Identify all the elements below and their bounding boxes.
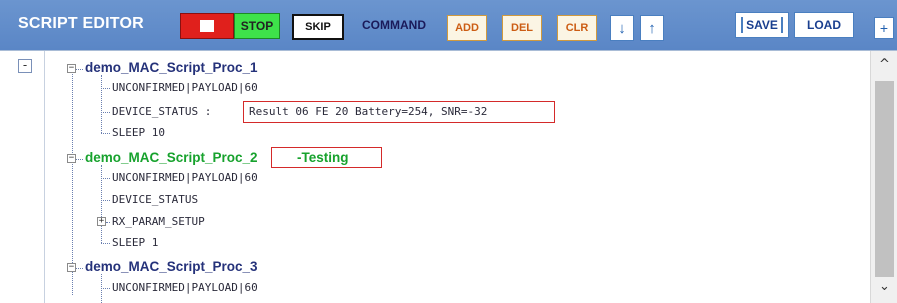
clear-button[interactable]: CLR [557,15,597,41]
tree-connector [101,88,110,89]
script-editor-window: SCRIPT EDITOR STOP SKIP COMMAND ADD DEL … [0,0,897,303]
save-label: SAVE [746,18,778,32]
scroll-down-icon[interactable]: ⌄ [871,279,897,297]
move-up-button[interactable]: ↑ [640,15,664,41]
vertical-scrollbar[interactable]: ^ ⌄ [870,51,897,303]
stop-button[interactable]: STOP [234,13,280,39]
command-label: COMMAND [362,18,426,32]
tree-connector [101,288,110,289]
tree-connector [76,268,83,269]
script-tree-panel: - − demo_MAC_Script_Proc_1 UNCONFIRMED|P… [0,50,897,303]
tree-connector [106,222,110,223]
collapse-proc-2-toggle[interactable]: − [67,154,76,163]
save-bar-icon [780,17,783,33]
editor-title: SCRIPT EDITOR [18,15,144,32]
toolbar: SCRIPT EDITOR STOP SKIP COMMAND ADD DEL … [0,0,897,50]
collapse-all-button[interactable]: - [18,59,32,73]
collapse-proc-1-toggle[interactable]: − [67,64,76,73]
proc-1-node[interactable]: demo_MAC_Script_Proc_1 [85,60,258,75]
proc-3-child-1[interactable]: UNCONFIRMED|PAYLOAD|60 [112,281,258,294]
tree-connector [76,69,83,70]
proc-2-child-2[interactable]: DEVICE_STATUS [112,193,198,206]
scroll-thumb[interactable] [875,81,894,277]
tree-branch-line [101,165,102,243]
move-down-button[interactable]: ↓ [610,15,634,41]
tree-connector [101,112,110,113]
proc-2-status: -Testing [297,150,349,165]
proc-2-node[interactable]: demo_MAC_Script_Proc_2 [85,150,258,165]
tree-connector [101,178,110,179]
tree-branch-line [101,75,102,133]
proc-1-child-3[interactable]: SLEEP 10 [112,126,165,139]
save-bar-icon [741,17,744,33]
save-button[interactable]: SAVE [735,12,789,38]
tree-connector [101,243,110,244]
proc-1-child-2[interactable]: DEVICE_STATUS : [112,105,211,118]
scroll-up-icon[interactable]: ^ [871,57,897,75]
script-tree[interactable]: − demo_MAC_Script_Proc_1 UNCONFIRMED|PAY… [44,51,871,303]
collapse-proc-3-toggle[interactable]: − [67,263,76,272]
tree-connector [76,159,83,160]
tree-connector [101,200,110,201]
device-status-result: Result 06 FE 20 Battery=254, SNR=-32 [249,105,488,118]
delete-button[interactable]: DEL [502,15,542,41]
arrow-up-icon: ↑ [648,19,656,37]
skip-button[interactable]: SKIP [292,14,344,40]
load-button[interactable]: LOAD [794,12,854,38]
proc-3-node[interactable]: demo_MAC_Script_Proc_3 [85,259,258,274]
tree-connector [101,133,110,134]
record-square-icon [200,20,214,32]
proc-1-child-1[interactable]: UNCONFIRMED|PAYLOAD|60 [112,81,258,94]
proc-2-child-4[interactable]: SLEEP 1 [112,236,158,249]
proc-2-child-3[interactable]: RX_PARAM_SETUP [112,215,205,228]
expand-rx-param-toggle[interactable]: + [97,217,106,226]
proc-2-child-1[interactable]: UNCONFIRMED|PAYLOAD|60 [112,171,258,184]
expand-panel-button[interactable]: + [874,17,894,39]
record-button[interactable] [180,13,234,39]
arrow-down-icon: ↓ [618,19,626,37]
add-button[interactable]: ADD [447,15,487,41]
